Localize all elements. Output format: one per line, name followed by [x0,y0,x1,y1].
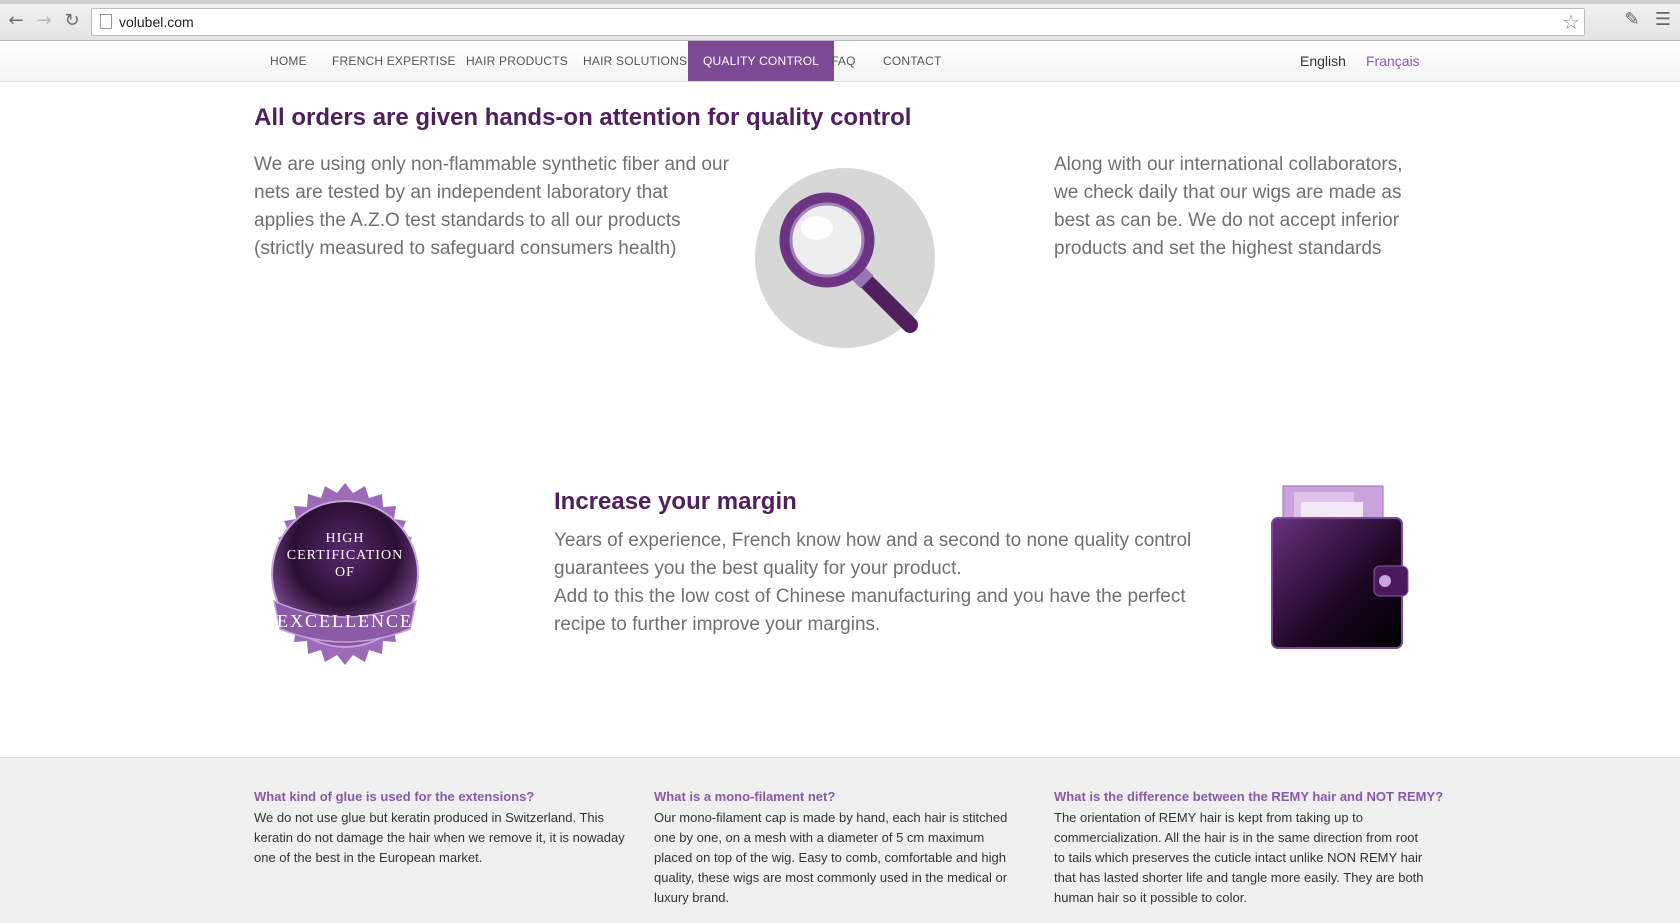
nav-home[interactable]: HOME [255,41,322,81]
badge-ribbon-text: EXCELLENCE [277,611,413,631]
faq-answer-monofilament: Our mono-filament cap is made by hand, e… [654,810,1008,905]
badge-line: OF [335,565,355,580]
badge-text: HIGH CERTIFICATION OF [254,530,436,581]
nav-hair-solutions[interactable]: HAIR SOLUTIONS [568,41,702,81]
browser-toolbar: ← → ↻ volubel.com ☆ ✎ ☰ [0,0,1680,41]
lang-francais[interactable]: Français [1366,41,1420,81]
nav-faq[interactable]: FAQ [816,41,871,81]
magnifier-illustration [755,168,935,348]
magnifier-icon [755,168,935,348]
nav-french-expertise[interactable]: FRENCH EXPERTISE [317,41,471,81]
excellence-badge: HIGH CERTIFICATION OF EXCELLENCE [254,483,436,665]
quality-right-text: Along with our international collaborato… [1054,154,1403,259]
bookmark-star-icon[interactable]: ☆ [1562,10,1580,34]
margin-text-2: Add to this the low cost of Chinese manu… [554,586,1186,635]
address-bar[interactable]: volubel.com ☆ [91,8,1585,36]
wallet-illustration [1268,480,1413,652]
eyedropper-extension-icon[interactable]: ✎ [1621,10,1643,30]
lang-english[interactable]: English [1300,41,1346,81]
badge-line: HIGH [325,531,365,546]
menu-icon[interactable]: ☰ [1652,10,1674,30]
wallet-icon [1271,485,1409,649]
tab-strip [0,0,1680,4]
forward-arrow-icon[interactable]: → [34,11,54,31]
nav-hair-products[interactable]: HAIR PRODUCTS [451,41,583,81]
faq-question-monofilament[interactable]: What is a mono-filament net? [654,789,835,804]
nav-contact[interactable]: CONTACT [868,41,957,81]
footer-faq: What kind of glue is used for the extens… [0,757,1680,923]
url-text[interactable]: volubel.com [119,14,194,30]
faq-question-remy[interactable]: What is the difference between the REMY … [1054,789,1443,804]
reload-icon[interactable]: ↻ [62,11,82,31]
back-arrow-icon[interactable]: ← [6,11,26,31]
site-navigation: HOME FRENCH EXPERTISE HAIR PRODUCTS HAIR… [0,41,1680,82]
faq-answer-remy: The orientation of REMY hair is kept fro… [1054,810,1424,905]
quality-left-text: We are using only non-flammable syntheti… [254,154,729,259]
margin-text-1: Years of experience, French know how and… [554,530,1192,579]
badge-line: CERTIFICATION [286,548,404,563]
quality-title: All orders are given hands-on attention … [254,104,912,131]
faq-answer-glue: We do not use glue but keratin produced … [254,810,625,865]
page-icon [100,14,112,29]
margin-title: Increase your margin [554,488,797,515]
faq-question-glue[interactable]: What kind of glue is used for the extens… [254,789,534,804]
nav-quality-control[interactable]: QUALITY CONTROL [688,41,835,81]
